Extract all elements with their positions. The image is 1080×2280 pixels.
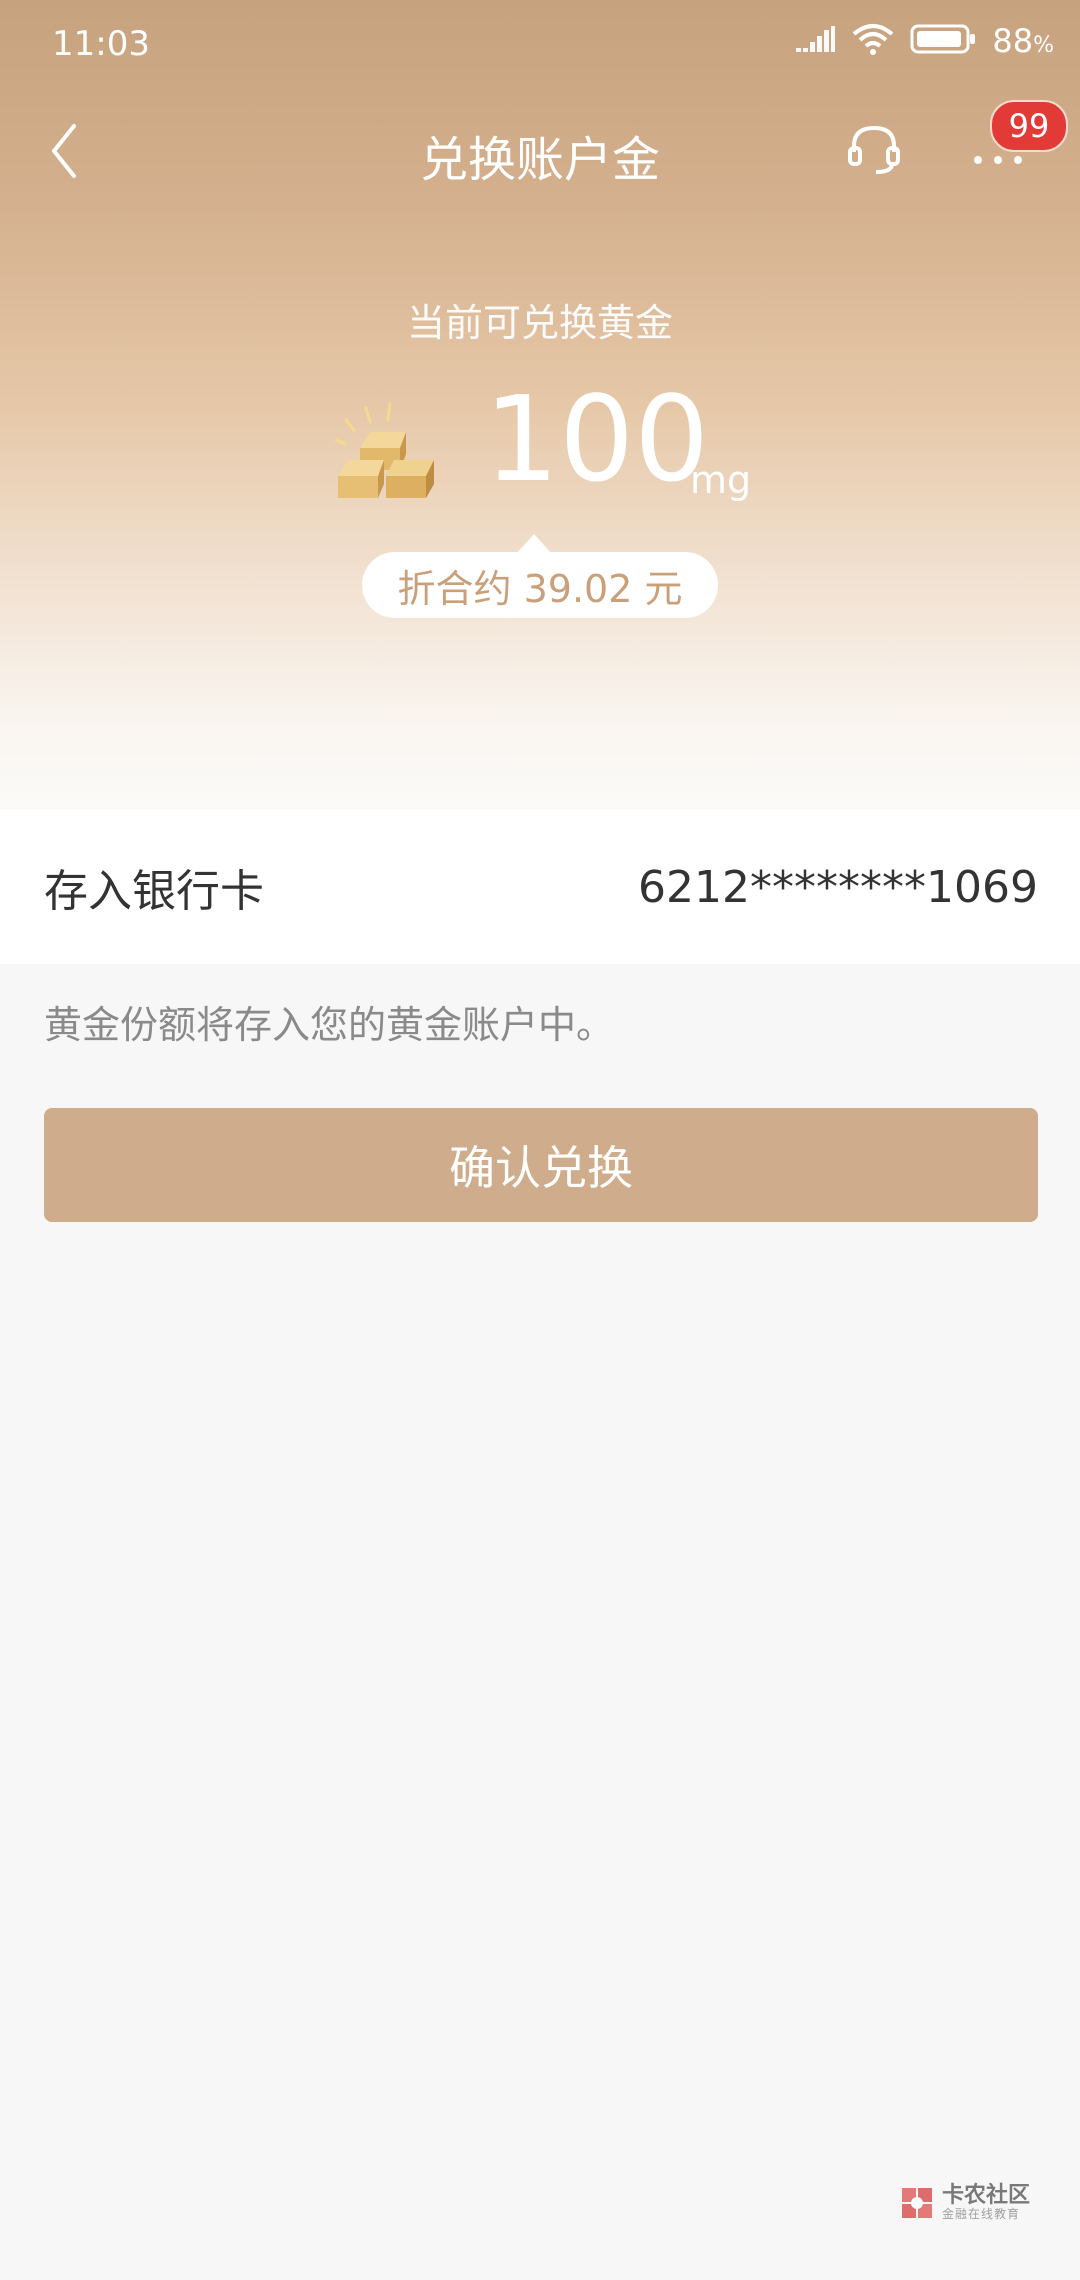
customer-service-button[interactable] (846, 120, 902, 176)
signal-icon (794, 24, 836, 58)
bank-card-number: 6212********1069 (638, 861, 1038, 913)
wifi-icon (852, 22, 894, 60)
status-bar: 11:03 88% (0, 0, 1080, 96)
status-icons: 88% (794, 22, 1054, 60)
watermark: 卡农社区 金融在线教育 (900, 2183, 1031, 2222)
watermark-logo-icon (902, 2187, 932, 2218)
gold-amount: 100 (484, 370, 710, 508)
battery-icon (910, 23, 976, 59)
battery-value: 88 (992, 22, 1034, 60)
confirm-exchange-button[interactable]: 确认兑换 (44, 1108, 1038, 1222)
bank-card-row[interactable]: 存入银行卡 6212********1069 (0, 810, 1080, 964)
tooltip-arrow (516, 534, 552, 554)
battery-unit: % (1033, 33, 1054, 58)
nav-bar: 兑换账户金 (0, 96, 1080, 206)
headset-icon (848, 125, 900, 174)
gold-bars-icon (330, 398, 450, 508)
deposit-note: 黄金份额将存入您的黄金账户中。 (44, 1003, 615, 1047)
bank-card-label: 存入银行卡 (44, 866, 264, 917)
battery-percent: 88% (992, 22, 1054, 60)
gold-unit: mg (690, 458, 752, 502)
status-time: 11:03 (52, 24, 150, 64)
notification-badge: 99 (990, 100, 1068, 152)
watermark-subtitle: 金融在线教育 (942, 2207, 1021, 2222)
page-title: 兑换账户金 (419, 132, 660, 188)
watermark-title: 卡农社区 (942, 2183, 1031, 2208)
exchangeable-gold-label: 当前可兑换黄金 (406, 301, 673, 345)
equivalent-value-pill: 折合约 39.02 元 (362, 552, 718, 618)
